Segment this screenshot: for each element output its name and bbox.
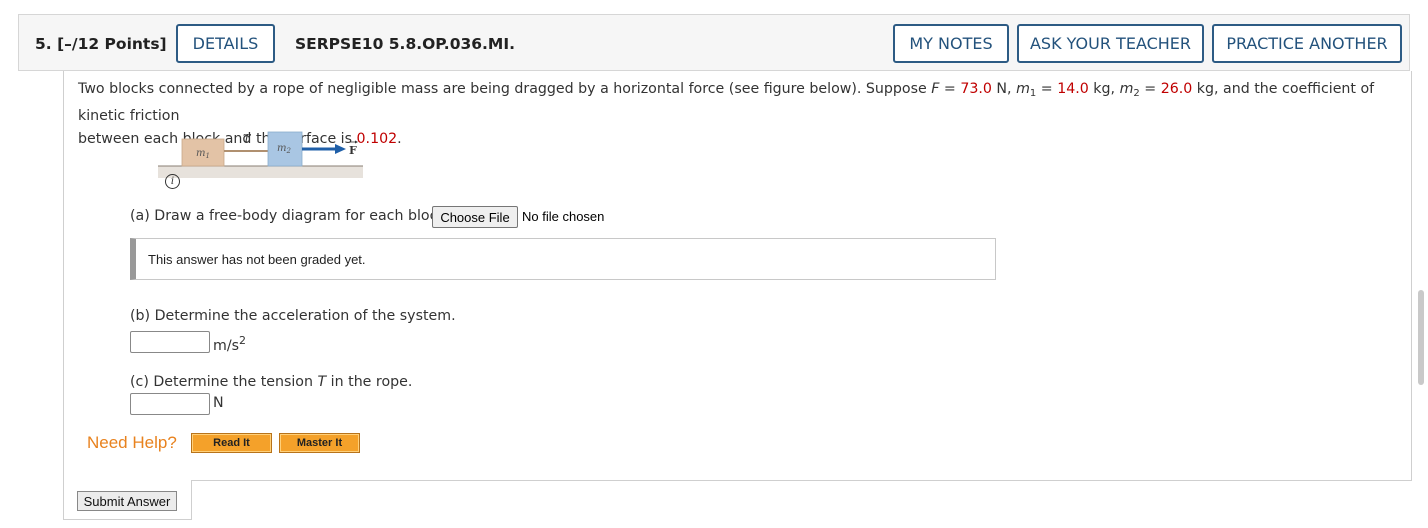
acceleration-unit: m/s2	[213, 334, 246, 354]
force-label: F	[349, 144, 357, 157]
part-b-label: (b) Determine the acceleration of the sy…	[130, 308, 456, 324]
two-blocks-figure: m1 T m2 F	[158, 131, 363, 178]
no-file-chosen-text: No file chosen	[522, 209, 605, 224]
force-value: 73.0	[960, 81, 992, 97]
question-code: SERPSE10 5.8.OP.036.MI.	[295, 35, 516, 53]
graded-status-text: This answer has not been graded yet.	[148, 252, 366, 267]
need-help-label: Need Help?	[87, 433, 177, 452]
ask-teacher-button[interactable]: ASK YOUR TEACHER	[1017, 24, 1204, 63]
points-label: [–/12 Points]	[57, 35, 167, 53]
mass1-value: 14.0	[1057, 81, 1089, 97]
practice-another-button[interactable]: PRACTICE ANOTHER	[1212, 24, 1402, 63]
my-notes-button[interactable]: MY NOTES	[893, 24, 1009, 63]
part-a-label: (a) Draw a free-body diagram for each bl…	[130, 208, 451, 224]
mass2-value: 26.0	[1160, 81, 1193, 97]
part-c-label: (c) Determine the tension T in the rope.	[130, 374, 413, 390]
details-button[interactable]: DETAILS	[176, 24, 275, 63]
acceleration-input[interactable]	[130, 331, 210, 353]
tension-unit: N	[213, 395, 224, 411]
info-icon[interactable]: i	[165, 174, 180, 189]
question-header: 5. [–/12 Points] DETAILS SERPSE10 5.8.OP…	[18, 14, 1410, 71]
tension-input[interactable]	[130, 393, 210, 415]
scrollbar-thumb[interactable]	[1418, 290, 1424, 385]
choose-file-button[interactable]: Choose File	[432, 206, 518, 228]
question-number: 5. [–/12 Points]	[35, 35, 167, 53]
graded-status-box: This answer has not been graded yet.	[130, 238, 996, 280]
submit-answer-button[interactable]: Submit Answer	[77, 491, 177, 511]
ground-surface	[158, 166, 363, 178]
tension-label: T	[243, 132, 252, 145]
read-it-button[interactable]: Read It	[191, 433, 272, 453]
master-it-button[interactable]: Master It	[279, 433, 360, 453]
